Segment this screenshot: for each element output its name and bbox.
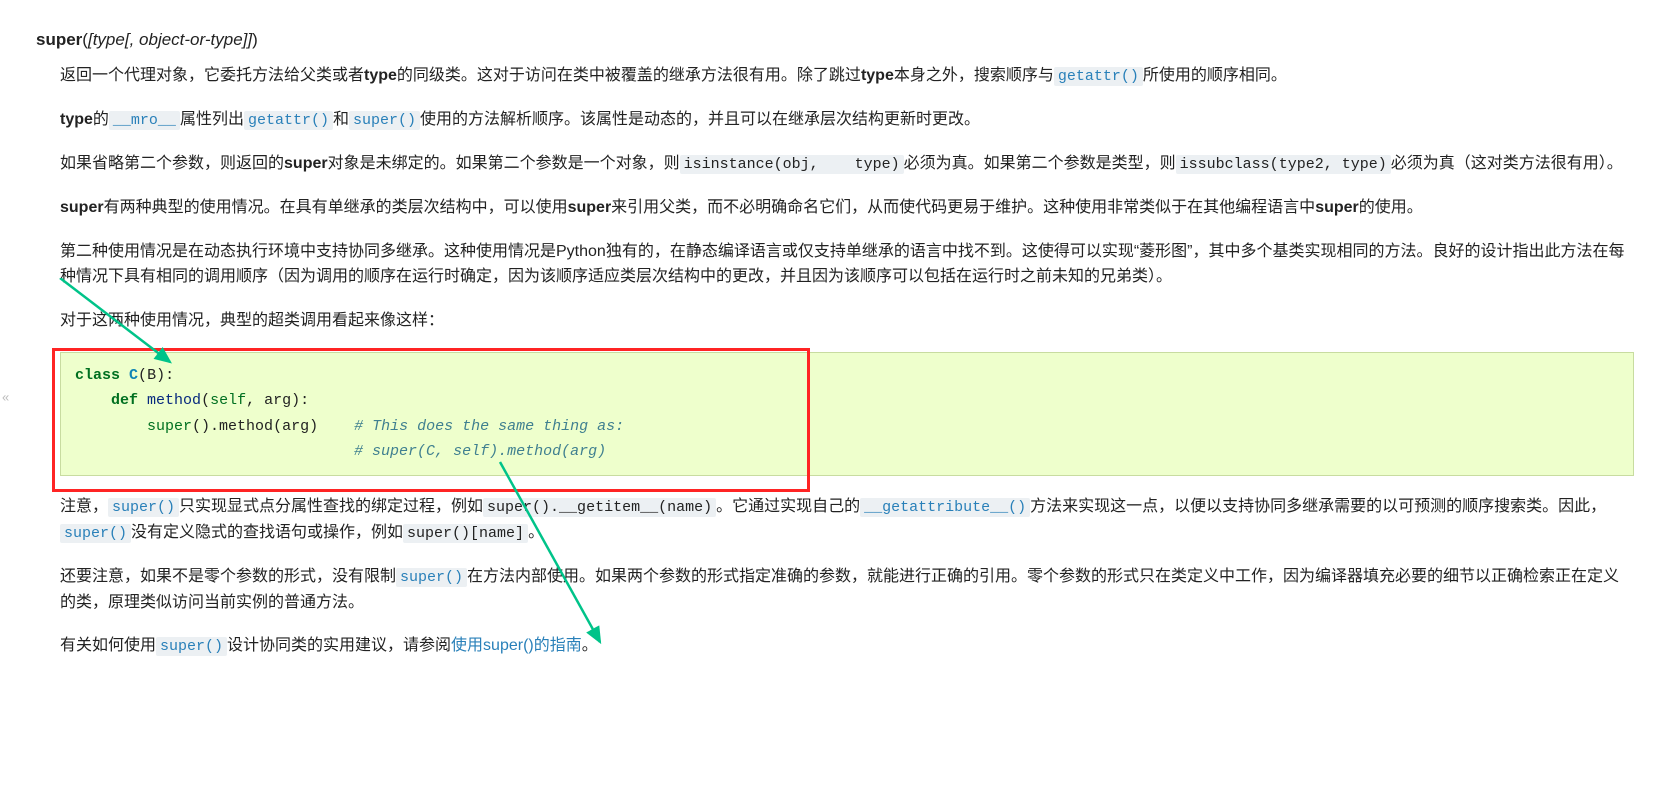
code-isinstance: isinstance(obj, type) [680,155,904,174]
function-signature: super([type[, object-or-type]]) [36,26,1634,53]
paragraph-5: 第二种使用情况是在动态执行环境中支持协同多继承。这种使用情况是Python独有的… [60,239,1634,290]
link-getattr[interactable]: getattr() [1054,67,1143,86]
link-super-guide[interactable]: 使用super()的指南 [451,637,582,654]
doc-content: super([type[, object-or-type]]) 返回一个代理对象… [0,0,1674,697]
function-definition: super([type[, object-or-type]]) 返回一个代理对象… [36,26,1634,659]
link-super[interactable]: super() [108,498,179,517]
code-issubclass: issubclass(type2, type) [1176,155,1391,174]
paragraph-8: 还要注意，如果不是零个参数的形式，没有限制super()在方法内部使用。如果两个… [60,564,1634,616]
paragraph-2: type的__mro__属性列出getattr()和super()使用的方法解析… [60,107,1634,133]
code-block-super-example: class C(B): def method(self, arg): super… [60,352,1634,476]
link-getattr[interactable]: getattr() [244,111,333,130]
sidebar-expand-handle[interactable]: « [0,386,11,411]
type-keyword: type [364,67,397,84]
paragraph-1: 返回一个代理对象，它委托方法给父类或者type的同级类。这对于访问在类中被覆盖的… [60,63,1634,89]
super-keyword: super [568,199,612,216]
paragraph-6: 对于这两种使用情况，典型的超类调用看起来像这样： [60,308,1634,334]
code-getitem: super().__getitem__(name) [483,498,716,517]
link-super[interactable]: super() [349,111,420,130]
annotation-arrow-bottom [480,452,620,652]
code-super-index: super()[name] [403,524,528,543]
function-name: super [36,30,82,49]
link-super[interactable]: super() [396,568,467,587]
link-super[interactable]: super() [156,637,227,656]
super-keyword: super [284,155,328,172]
link-mro[interactable]: __mro__ [109,111,180,130]
paragraph-7: 注意，super()只实现显式点分属性查找的绑定过程，例如super().__g… [60,494,1634,546]
paragraph-4: super有两种典型的使用情况。在具有单继承的类层次结构中，可以使用super来… [60,195,1634,221]
function-body: 返回一个代理对象，它委托方法给父类或者type的同级类。这对于访问在类中被覆盖的… [60,63,1634,659]
function-args: ([type[, object-or-type]]) [82,30,258,49]
paragraph-9: 有关如何使用super()设计协同类的实用建议，请参阅使用super()的指南。 [60,633,1634,659]
type-keyword: type [861,67,894,84]
super-keyword: super [60,199,104,216]
type-keyword: type [60,111,93,128]
super-keyword: super [1315,199,1359,216]
paragraph-3: 如果省略第二个参数，则返回的super对象是未绑定的。如果第二个参数是一个对象，… [60,151,1634,177]
link-getattribute[interactable]: __getattribute__() [860,498,1030,517]
link-super[interactable]: super() [60,524,131,543]
